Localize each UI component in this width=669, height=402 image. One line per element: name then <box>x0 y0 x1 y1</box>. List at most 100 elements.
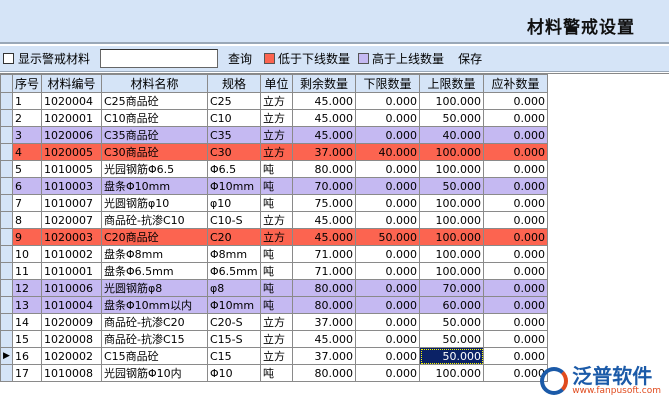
cell-lower[interactable]: 0.000 <box>355 313 420 331</box>
cell-lower[interactable]: 0.000 <box>355 211 420 229</box>
column-header[interactable]: 规格 <box>207 74 261 93</box>
cell-unit[interactable]: 吨 <box>260 279 293 297</box>
cell-spec[interactable]: φ8 <box>207 279 261 297</box>
column-header[interactable]: 上限数量 <box>419 74 484 93</box>
cell-unit[interactable]: 立方 <box>260 330 293 348</box>
row-selector[interactable] <box>0 160 13 178</box>
cell-lower[interactable]: 0.000 <box>355 109 420 127</box>
cell-name[interactable]: 盘条Φ10mm <box>101 177 208 195</box>
cell-code[interactable]: 1010008 <box>41 364 102 382</box>
cell-replenish[interactable]: 0.000 <box>483 330 548 348</box>
table-row[interactable]: 9 1020003 C20商品砼 C20 立方 45.000 50.000 100.000 0.… <box>0 228 548 246</box>
cell-code[interactable]: 1010001 <box>41 262 102 280</box>
cell-replenish[interactable]: 0.000 <box>483 109 548 127</box>
cell-upper[interactable]: 100.000 <box>419 262 484 280</box>
cell-code[interactable]: 1010002 <box>41 245 102 263</box>
cell-index[interactable]: 17 <box>12 364 42 382</box>
table-row[interactable]: 2 1020001 C10商品砼 C10 立方 45.000 0.000 50.000 0.00… <box>0 109 548 127</box>
row-selector[interactable] <box>0 177 13 195</box>
row-selector[interactable] <box>0 364 13 382</box>
cell-code[interactable]: 1020003 <box>41 228 102 246</box>
cell-name[interactable]: C35商品砼 <box>101 126 208 144</box>
cell-replenish[interactable]: 0.000 <box>483 296 548 314</box>
table-row[interactable]: 14 1020009 商品砼-抗渗C20 C20-S 立方 37.000 0.000 50.0… <box>0 313 548 331</box>
cell-index[interactable]: 16 <box>12 347 42 365</box>
row-selector[interactable] <box>0 313 13 331</box>
cell-name[interactable]: 光园钢筋Φ6.5 <box>101 160 208 178</box>
cell-remaining[interactable]: 75.000 <box>292 194 356 212</box>
cell-spec[interactable]: Φ10 <box>207 364 261 382</box>
cell-replenish[interactable]: 0.000 <box>483 92 548 110</box>
cell-spec[interactable]: C10 <box>207 109 261 127</box>
cell-code[interactable]: 1020004 <box>41 92 102 110</box>
cell-code[interactable]: 1020002 <box>41 347 102 365</box>
cell-name[interactable]: C15商品砼 <box>101 347 208 365</box>
cell-replenish[interactable]: 0.000 <box>483 313 548 331</box>
cell-code[interactable]: 1010007 <box>41 194 102 212</box>
table-row[interactable]: 15 1020008 商品砼-抗渗C15 C15-S 立方 45.000 0.000 50.0… <box>0 330 548 348</box>
row-selector[interactable] <box>0 109 13 127</box>
query-button[interactable]: 查询 <box>228 50 252 67</box>
cell-spec[interactable]: C35 <box>207 126 261 144</box>
cell-spec[interactable]: Φ8mm <box>207 245 261 263</box>
cell-lower[interactable]: 50.000 <box>355 228 420 246</box>
cell-upper[interactable]: 100.000 <box>419 228 484 246</box>
cell-replenish[interactable]: 0.000 <box>483 194 548 212</box>
cell-replenish[interactable]: 0.000 <box>483 126 548 144</box>
cell-index[interactable]: 11 <box>12 262 42 280</box>
cell-unit[interactable]: 立方 <box>260 126 293 144</box>
cell-unit[interactable]: 吨 <box>260 245 293 263</box>
table-row[interactable]: 7 1010007 光圆钢筋φ10 φ10 吨 75.000 0.000 100.000 0.0… <box>0 194 548 212</box>
cell-spec[interactable]: C25 <box>207 92 261 110</box>
cell-name[interactable]: 光圆钢筋φ8 <box>101 279 208 297</box>
row-selector[interactable] <box>0 211 13 229</box>
show-alert-checkbox[interactable] <box>3 53 14 64</box>
table-row[interactable]: 6 1010003 盘条Φ10mm Φ10mm 吨 70.000 0.000 50.000 0.… <box>0 177 548 195</box>
cell-lower[interactable]: 0.000 <box>355 160 420 178</box>
cell-upper[interactable]: 40.000 <box>419 126 484 144</box>
table-row[interactable]: 17 1010008 光园钢筋Φ10内 Φ10 吨 80.000 0.000 100.000 0… <box>0 364 548 382</box>
column-header[interactable]: 材料编号 <box>41 74 102 93</box>
cell-replenish[interactable]: 0.000 <box>483 177 548 195</box>
cell-upper[interactable]: 100.000 <box>419 364 484 382</box>
cell-replenish[interactable]: 0.000 <box>483 160 548 178</box>
cell-remaining[interactable]: 45.000 <box>292 330 356 348</box>
cell-name[interactable]: C20商品砼 <box>101 228 208 246</box>
cell-index[interactable]: 9 <box>12 228 42 246</box>
cell-spec[interactable]: C30 <box>207 143 261 161</box>
cell-unit[interactable]: 立方 <box>260 228 293 246</box>
row-selector[interactable] <box>0 143 13 161</box>
cell-upper[interactable]: 50.000 <box>419 313 484 331</box>
cell-lower[interactable]: 0.000 <box>355 364 420 382</box>
column-header[interactable]: 下限数量 <box>355 74 420 93</box>
cell-unit[interactable]: 立方 <box>260 347 293 365</box>
cell-spec[interactable]: C15 <box>207 347 261 365</box>
cell-upper[interactable]: 100.000 <box>419 143 484 161</box>
cell-name[interactable]: 商品砼-抗渗C15 <box>101 330 208 348</box>
cell-name[interactable]: 商品砼-抗渗C20 <box>101 313 208 331</box>
cell-lower[interactable]: 0.000 <box>355 347 420 365</box>
table-row[interactable]: 12 1010006 光圆钢筋φ8 φ8 吨 80.000 0.000 70.000 0.000 <box>0 279 548 297</box>
cell-code[interactable]: 1010004 <box>41 296 102 314</box>
cell-remaining[interactable]: 37.000 <box>292 313 356 331</box>
cell-lower[interactable]: 0.000 <box>355 126 420 144</box>
cell-upper[interactable]: 50.000 <box>419 347 484 365</box>
cell-upper[interactable]: 100.000 <box>419 160 484 178</box>
cell-unit[interactable]: 立方 <box>260 143 293 161</box>
row-selector[interactable] <box>0 279 13 297</box>
save-button[interactable]: 保存 <box>458 50 482 67</box>
cell-unit[interactable]: 吨 <box>260 160 293 178</box>
cell-replenish[interactable]: 0.000 <box>483 364 548 382</box>
cell-index[interactable]: 10 <box>12 245 42 263</box>
cell-remaining[interactable]: 45.000 <box>292 126 356 144</box>
cell-spec[interactable]: C10-S <box>207 211 261 229</box>
cell-remaining[interactable]: 71.000 <box>292 245 356 263</box>
cell-upper[interactable]: 100.000 <box>419 92 484 110</box>
cell-index[interactable]: 12 <box>12 279 42 297</box>
cell-upper[interactable]: 60.000 <box>419 296 484 314</box>
cell-lower[interactable]: 0.000 <box>355 279 420 297</box>
cell-code[interactable]: 1020006 <box>41 126 102 144</box>
cell-remaining[interactable]: 80.000 <box>292 296 356 314</box>
column-header[interactable]: 应补数量 <box>483 74 548 93</box>
cell-spec[interactable]: C20 <box>207 228 261 246</box>
